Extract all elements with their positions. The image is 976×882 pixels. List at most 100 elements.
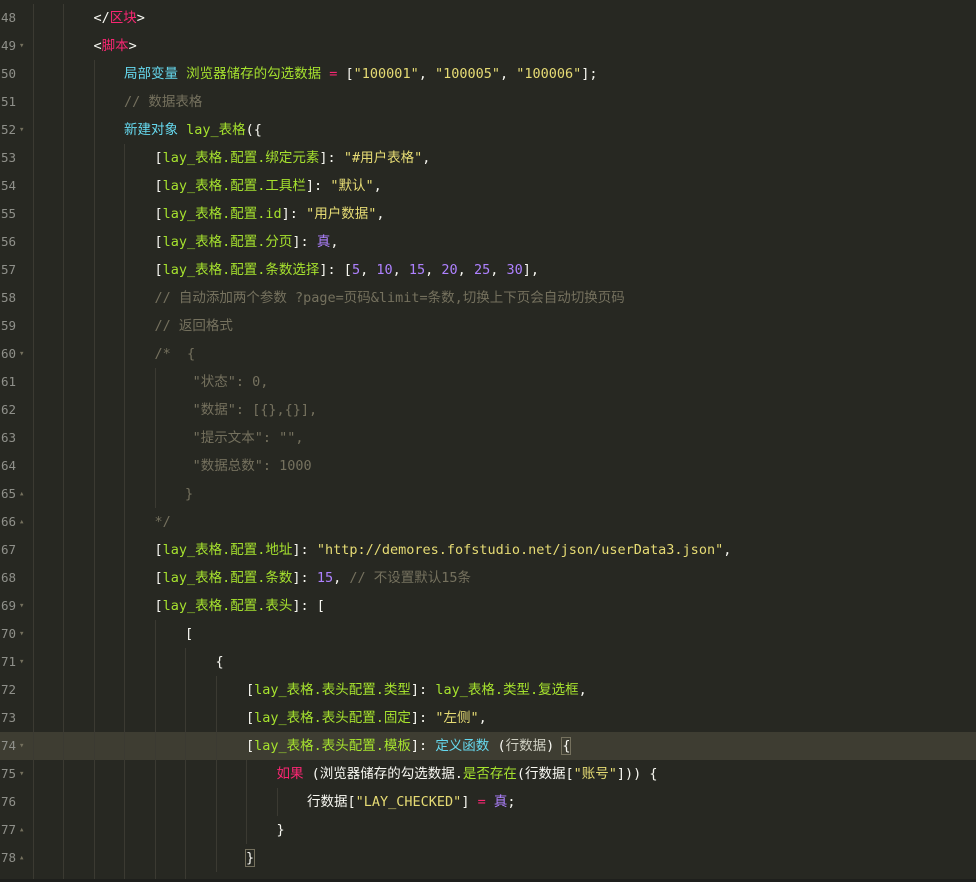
code-line[interactable]: 67 [lay_表格.配置.地址]: "http://demores.fofstu… xyxy=(0,536,976,564)
code-line[interactable]: 52 ▾ 新建对象 lay_表格({ xyxy=(0,116,976,144)
code-text: [lay_表格.配置.地址]: "http://demores.fofstudi… xyxy=(155,536,732,564)
code-text: [lay_表格.配置.工具栏]: "默认", xyxy=(155,172,382,200)
code-token: 行数据[ xyxy=(307,794,356,810)
code-line[interactable]: 71 ▾ { xyxy=(0,648,976,676)
code-line[interactable]: 60 ▾ /* { xyxy=(0,340,976,368)
code-token: , xyxy=(418,66,435,82)
code-token: ( xyxy=(489,738,506,754)
code-line[interactable]: 75 ▾ 如果 (浏览器储存的勾选数据.是否存在(行数据["账号"])) { xyxy=(0,760,976,788)
indent-guide xyxy=(124,620,125,648)
code-line[interactable]: 57 [lay_表格.配置.条数选择]: [5, 10, 15, 20, 25, … xyxy=(0,256,976,284)
code-token: , xyxy=(490,262,507,278)
code-line[interactable]: 54 [lay_表格.配置.工具栏]: "默认", xyxy=(0,172,976,200)
line-number: 65 xyxy=(0,486,16,501)
code-line[interactable]: 74 ▾ [lay_表格.表头配置.模板]: 定义函数 (行数据) { xyxy=(0,732,976,760)
code-token: ({ xyxy=(245,122,262,138)
code-text: <脚本> xyxy=(94,32,137,60)
code-text: "提示文本": "", xyxy=(193,424,304,452)
code-token: 真 xyxy=(316,234,331,250)
code-token: // 自动添加两个参数 ?page=页码&limit=条数,切换上下页会自动切换… xyxy=(154,290,625,306)
code-line[interactable]: 76 行数据["LAY_CHECKED"] = 真; xyxy=(0,788,976,816)
code-line[interactable]: 78 ▴} xyxy=(0,844,976,872)
indent-guide xyxy=(63,452,64,480)
code-line[interactable]: 62 "数据": [{},{}], xyxy=(0,396,976,424)
code-line[interactable]: 53 [lay_表格.配置.绑定元素]: "#用户表格", xyxy=(0,144,976,172)
code-line[interactable]: 49 ▾ <脚本> xyxy=(0,32,976,60)
fold-expand-icon[interactable]: ▾ xyxy=(19,32,24,60)
code-token: 真 xyxy=(493,794,508,810)
fold-end-icon[interactable]: ▴ xyxy=(19,844,24,872)
code-text: </区块> xyxy=(94,4,145,32)
code-token: ]: xyxy=(281,206,307,222)
line-number: 63 xyxy=(0,430,16,445)
code-token: 5 xyxy=(351,262,361,278)
indent-guide xyxy=(185,676,186,704)
code-token: , xyxy=(333,570,350,586)
fold-expand-icon[interactable]: ▾ xyxy=(19,732,24,760)
fold-expand-icon[interactable]: ▾ xyxy=(19,116,24,144)
indent-guide xyxy=(154,704,156,732)
fold-expand-icon[interactable]: ▾ xyxy=(19,648,24,676)
fold-expand-icon[interactable]: ▾ xyxy=(19,620,24,648)
fold-expand-icon[interactable]: ▾ xyxy=(19,592,24,620)
indent-guide xyxy=(93,396,95,424)
code-line[interactable]: 66 ▴ */ xyxy=(0,508,976,536)
code-line[interactable]: 72 [lay_表格.表头配置.类型]: lay_表格.类型.复选框, xyxy=(0,676,976,704)
code-text: /* { xyxy=(155,340,196,368)
indent-guide xyxy=(154,396,156,424)
indent-guide xyxy=(63,816,64,844)
fold-end-icon[interactable]: ▴ xyxy=(19,508,24,536)
code-token: lay_表格.类型.复选框 xyxy=(435,682,579,698)
line-number: 56 xyxy=(0,234,16,249)
fold-end-icon[interactable]: ▴ xyxy=(19,480,24,508)
code-line[interactable]: 73 [lay_表格.表头配置.固定]: "左侧", xyxy=(0,704,976,732)
code-line[interactable]: 70 ▾ [ xyxy=(0,620,976,648)
code-line[interactable]: 64 "数据总数": 1000 xyxy=(0,452,976,480)
indent-guide xyxy=(93,452,95,480)
line-number: 50 xyxy=(0,66,16,81)
indent-guide xyxy=(215,760,217,788)
code-token: ]: xyxy=(410,710,436,726)
code-token: ]: xyxy=(410,738,436,754)
code-editor[interactable]: 48 </区块> 49 ▾ <脚本> 50 局部变量 浏览器储存的勾选数据 = ["1000… xyxy=(0,0,976,882)
line-number: 74 xyxy=(0,738,16,753)
code-line[interactable]: 65 ▴} xyxy=(0,480,976,508)
code-token: ]: xyxy=(305,178,331,194)
code-token: ) xyxy=(546,738,563,754)
code-line[interactable]: 69 ▾ [lay_表格.配置.表头]: [ xyxy=(0,592,976,620)
indent-guide xyxy=(154,676,156,704)
indent-guide xyxy=(93,144,95,172)
code-token: "100006" xyxy=(516,66,582,82)
fold-expand-icon[interactable]: ▾ xyxy=(19,760,24,788)
code-line[interactable]: 68 [lay_表格.配置.条数]: 15, // 不设置默认15条 xyxy=(0,564,976,592)
code-line[interactable]: 61 "状态": 0, xyxy=(0,368,976,396)
indent-guide xyxy=(154,788,156,816)
line-number: 72 xyxy=(0,682,16,697)
code-token: "100001" xyxy=(353,66,419,82)
indent-guide xyxy=(32,536,34,564)
code-line[interactable]: 56 [lay_表格.配置.分页]: 真, xyxy=(0,228,976,256)
code-line[interactable]: 58 // 自动添加两个参数 ?page=页码&limit=条数,切换上下页会自动… xyxy=(0,284,976,312)
code-line[interactable]: 55 [lay_表格.配置.id]: "用户数据", xyxy=(0,200,976,228)
code-token: "数据": [{},{}], xyxy=(192,402,318,418)
code-line[interactable]: 59 // 返回格式 xyxy=(0,312,976,340)
code-line[interactable]: 63 "提示文本": "", xyxy=(0,424,976,452)
code-line[interactable]: 50 局部变量 浏览器储存的勾选数据 = ["100001", "100005",… xyxy=(0,60,976,88)
indent-guide xyxy=(32,200,34,228)
indent-guide xyxy=(32,284,34,312)
indent-guide xyxy=(124,564,125,592)
indent-guide xyxy=(63,340,64,368)
code-line[interactable]: 51 // 数据表格 xyxy=(0,88,976,116)
indent-guide xyxy=(154,760,156,788)
line-number: 62 xyxy=(0,402,16,417)
code-token: lay_表格.表头配置.固定 xyxy=(254,710,411,726)
indent-guide xyxy=(32,788,34,816)
code-line[interactable]: 48 </区块> xyxy=(0,4,976,32)
fold-expand-icon[interactable]: ▾ xyxy=(19,340,24,368)
indent-guide xyxy=(63,676,64,704)
fold-end-icon[interactable]: ▴ xyxy=(19,816,24,844)
code-token: 局部变量 xyxy=(124,66,187,82)
code-token: , xyxy=(500,66,517,82)
code-line[interactable]: 77 ▴} xyxy=(0,816,976,844)
code-token: ])) { xyxy=(616,766,658,782)
